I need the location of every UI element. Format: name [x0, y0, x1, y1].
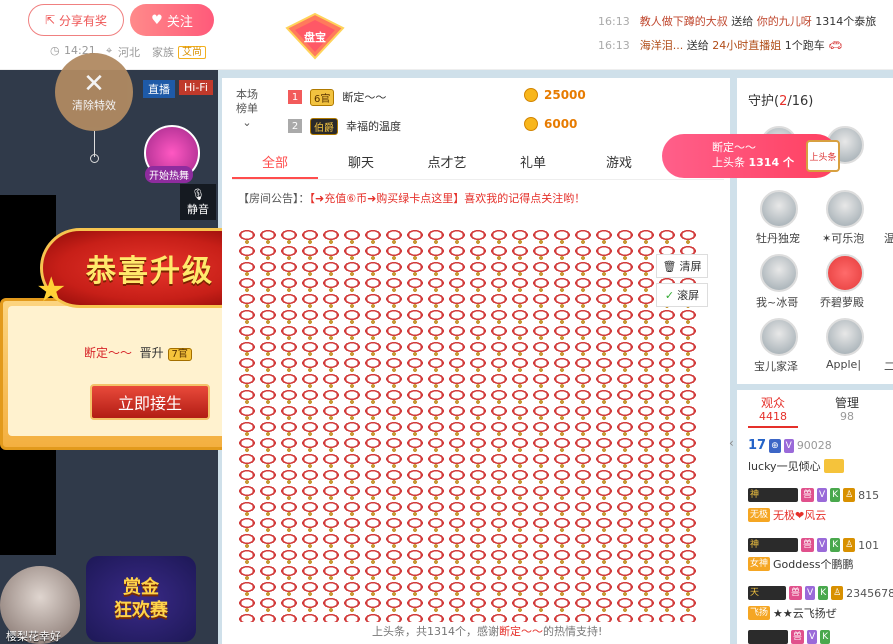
list-item[interactable]: 神 兽V K ♙ 815 — [748, 488, 879, 502]
headline-stickers-area — [236, 228, 698, 622]
list-item[interactable]: 17 ⊕ V 90028 — [748, 438, 832, 453]
share-icon: ⇱ — [44, 13, 56, 27]
guard-avatar[interactable] — [760, 190, 798, 228]
tab-all[interactable]: 全部 — [232, 148, 318, 179]
rank-coins: 25000 — [524, 88, 586, 102]
level-icon: ⊕ — [769, 438, 781, 453]
close-icon: ✕ — [83, 69, 105, 99]
panbao-label: 盘宝 — [304, 31, 326, 44]
list-item[interactable]: 无极 无极❤风云 — [748, 507, 826, 523]
bottom-username: 樱梨花幸好 — [6, 630, 61, 643]
guard-title: 守护(2/16) — [748, 94, 814, 109]
heart-icon: ♥ — [151, 12, 163, 28]
gift-message: 16:13 教人做下蹲的大叔 送给 你的九儿呀 1314个泰旅 — [598, 15, 877, 28]
rank-row[interactable]: 1 6官 断定～～ — [288, 88, 386, 106]
chevron-down-icon: ⌄ — [242, 116, 252, 129]
list-item[interactable]: 神 兽V K ♙ 101 — [748, 538, 879, 552]
list-item[interactable]: 女神 Goddess个鹏鹏 — [748, 556, 853, 572]
location: 河北 — [118, 46, 140, 59]
recharge-link[interactable]: 【➜充值⑥币➜购买绿卡点这里】喜欢我的记得点关注哟！ — [310, 192, 586, 205]
chat-tabs: 全部 聊天 点才艺 礼单 游戏 — [232, 148, 724, 180]
tab-chat[interactable]: 聊天 — [318, 148, 404, 179]
family-label: 家族 — [152, 46, 174, 59]
accept-button[interactable]: 立即接生 — [90, 384, 210, 420]
guard-avatar[interactable] — [826, 318, 864, 356]
guard-avatar[interactable] — [760, 254, 798, 292]
coin-icon — [524, 117, 538, 131]
car-icon: 🚗︎ — [828, 39, 843, 52]
follow-label: 关注 — [166, 14, 193, 30]
guard-avatar[interactable] — [826, 254, 864, 292]
headline-ticket-icon: 上头条 — [806, 140, 840, 172]
bounty-banner[interactable]: 赏金 狂欢赛 — [86, 556, 196, 642]
share-label: 分享有奖 — [59, 13, 108, 28]
follow-button[interactable]: ♥ 关注 — [130, 4, 214, 36]
microphone-icon: 🎙︎ — [191, 187, 205, 201]
list-item[interactable]: 兽V K — [748, 630, 831, 644]
hifi-tag[interactable]: Hi-Fi — [179, 80, 213, 95]
clear-ring — [90, 154, 99, 163]
rank-header[interactable]: 本场 榜单 ⌄ — [236, 88, 258, 130]
scroll-screen-button[interactable]: ✓ 滚屏 — [656, 283, 708, 307]
mute-button[interactable]: 🎙︎ 静音 — [180, 184, 216, 220]
guard-avatar[interactable] — [760, 318, 798, 356]
clear-screen-button[interactable]: 🗑︎ 清屏 — [656, 254, 708, 278]
dance-label[interactable]: 开始热舞 — [145, 166, 193, 183]
panbao-button[interactable]: 盘宝 — [283, 12, 347, 60]
mute-label: 静音 — [187, 202, 209, 216]
tab-audience[interactable]: 观众 4418 — [748, 396, 798, 428]
guard-name: 二 — [884, 360, 893, 373]
rank-coins: 6000 — [524, 117, 577, 131]
clear-effects-button[interactable]: ✕ 清除特效 — [55, 53, 133, 131]
guard-name: 乔碧萝殿 — [820, 296, 864, 309]
guard-name: 牡丹独宠 — [756, 232, 800, 245]
list-item[interactable]: 天 兽V K ♙ 2345678 — [748, 586, 893, 600]
upgrade-text: 断定～～ 晋升 7官 — [84, 344, 192, 361]
guard-name: 温 — [884, 232, 893, 245]
guard-name: 我~冰哥 — [756, 296, 799, 309]
chevron-left-icon[interactable]: ‹ — [729, 436, 734, 450]
coin-icon — [524, 88, 538, 102]
list-item[interactable]: lucky一见倾心 — [748, 458, 844, 474]
room-notice: 【房间公告】：【➜充值⑥币➜购买绿卡点这里】喜欢我的记得点关注哟！ — [238, 192, 586, 205]
clear-effects-label: 清除特效 — [72, 99, 116, 112]
tab-managers[interactable]: 管理 98 — [822, 396, 872, 424]
headline-message: 上头条，共1314个，感谢断定～～的热情支持! — [236, 622, 698, 644]
tab-games[interactable]: 游戏 — [576, 148, 662, 179]
list-item[interactable]: 飞扬 ★★云飞扬ぜ — [748, 605, 837, 621]
tab-request[interactable]: 点才艺 — [404, 148, 490, 179]
rank-row[interactable]: 2 伯爵 幸福的温度 — [288, 117, 401, 135]
star-icon: ★ — [36, 270, 67, 310]
guard-avatar[interactable] — [826, 190, 864, 228]
live-tag: 直播 — [143, 80, 175, 98]
trash-icon: 🗑︎ — [662, 259, 677, 273]
clock-icon: ◷ — [50, 44, 60, 57]
guard-name: Apple| — [826, 358, 862, 371]
family-tag[interactable]: 艾尚 — [178, 46, 206, 59]
check-icon: ✓ — [664, 288, 675, 302]
guard-name: ✶可乐泡 — [822, 232, 865, 245]
gift-message: 16:13 海洋泪... 送给 24小时直播姐 1个跑车 🚗︎ — [598, 39, 843, 52]
share-button[interactable]: ⇱ 分享有奖 — [28, 4, 124, 36]
guard-name: 宝儿家泽 — [754, 360, 798, 373]
tab-gifts[interactable]: 礼单 — [490, 148, 576, 179]
